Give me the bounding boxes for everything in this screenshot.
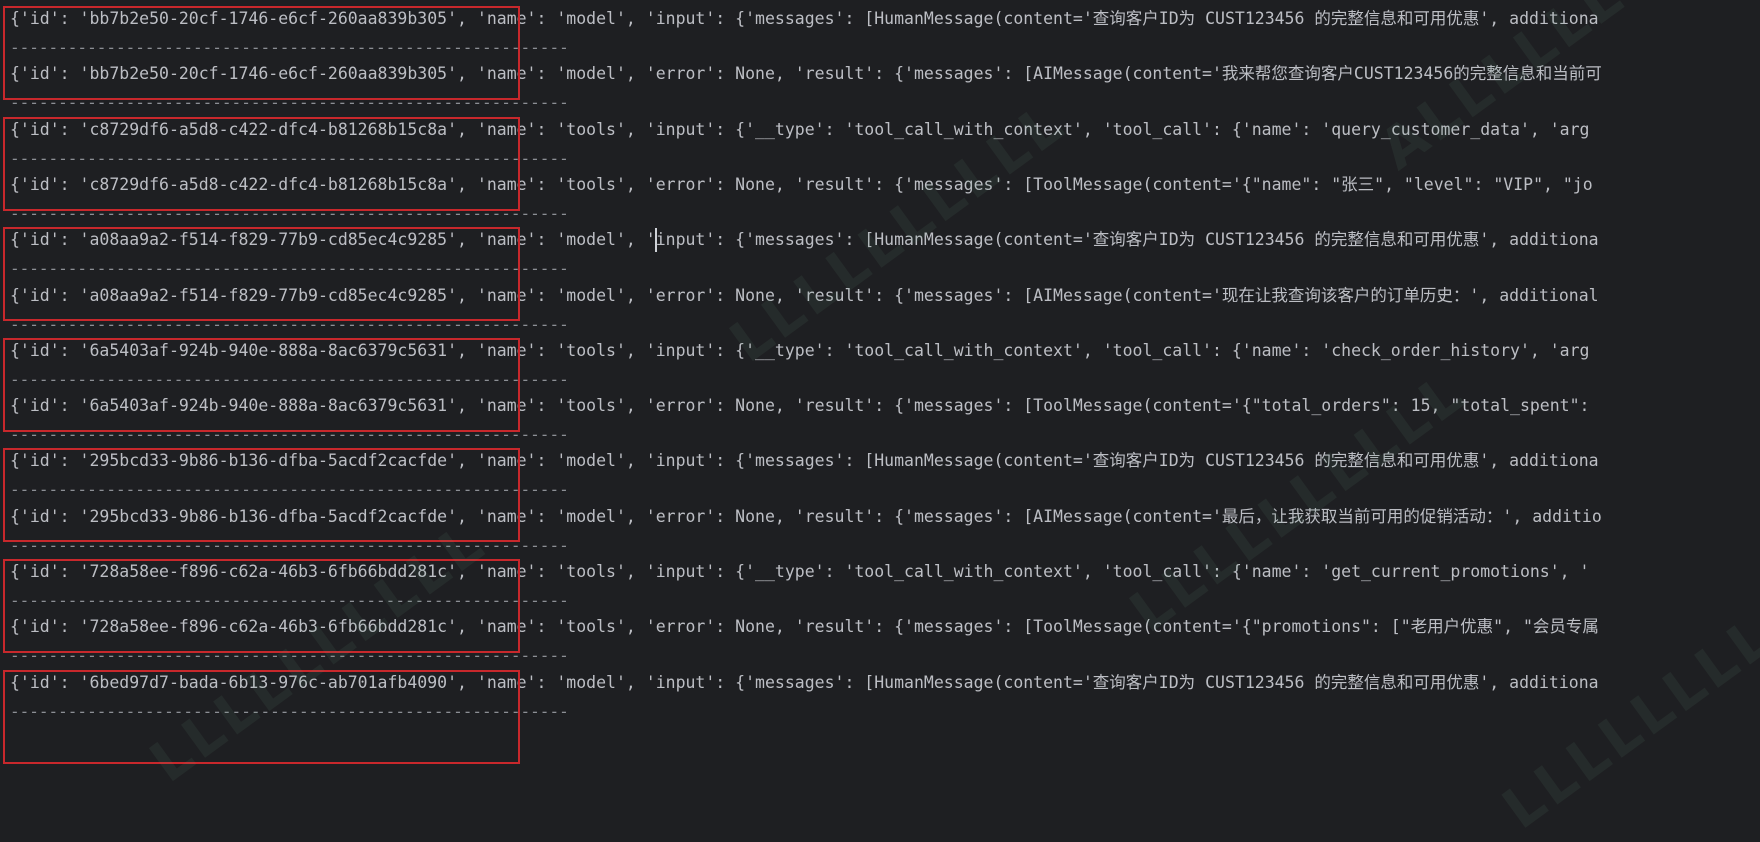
log-line: {'id': '295bcd33-9b86-b136-dfba-5acdf2ca… [10,506,1602,526]
separator-line: ----------------------------------------… [10,371,570,388]
log-line: {'id': 'c8729df6-a5d8-c422-dfc4-b81268b1… [10,119,1590,139]
log-line: {'id': 'c8729df6-a5d8-c422-dfc4-b81268b1… [10,174,1593,194]
log-line: {'id': 'bb7b2e50-20cf-1746-e6cf-260aa839… [10,9,1599,28]
log-line: {'id': '6bed97d7-bada-6b13-976c-ab701afb… [10,672,1599,692]
separator-line: ----------------------------------------… [10,150,570,167]
separator-line: ----------------------------------------… [10,703,570,720]
log-line: {'id': '728a58ee-f896-c62a-46b3-6fb66bdd… [10,617,1599,637]
log-line: {'id': 'bb7b2e50-20cf-1746-e6cf-260aa839… [10,64,1602,84]
separator-line: ----------------------------------------… [10,648,570,665]
separator-line: ----------------------------------------… [10,205,570,222]
log-line: {'id': '6a5403af-924b-940e-888a-8ac6379c… [10,396,1590,416]
separator-line: ----------------------------------------… [10,40,570,56]
log-line: {'id': '295bcd33-9b86-b136-dfba-5acdf2ca… [10,451,1599,471]
log-line: {'id': '728a58ee-f896-c62a-46b3-6fb66bdd… [10,562,1590,581]
log-line: {'id': 'a08aa9a2-f514-f829-77b9-cd85ec4c… [10,285,1599,305]
console-output[interactable]: {'id': 'bb7b2e50-20cf-1746-e6cf-260aa839… [0,0,1760,805]
text-caret [655,228,657,252]
separator-line: ----------------------------------------… [10,593,570,609]
separator-line: ----------------------------------------… [10,427,570,444]
log-line: {'id': '6a5403af-924b-940e-888a-8ac6379c… [10,340,1590,360]
log-line: {'id': 'a08aa9a2-f514-f829-77b9-cd85ec4c… [10,230,1599,250]
separator-line: ----------------------------------------… [10,482,570,499]
separator-line: ----------------------------------------… [10,316,570,333]
separator-line: ----------------------------------------… [10,261,570,278]
separator-line: ----------------------------------------… [10,95,570,112]
separator-line: ----------------------------------------… [10,537,570,554]
